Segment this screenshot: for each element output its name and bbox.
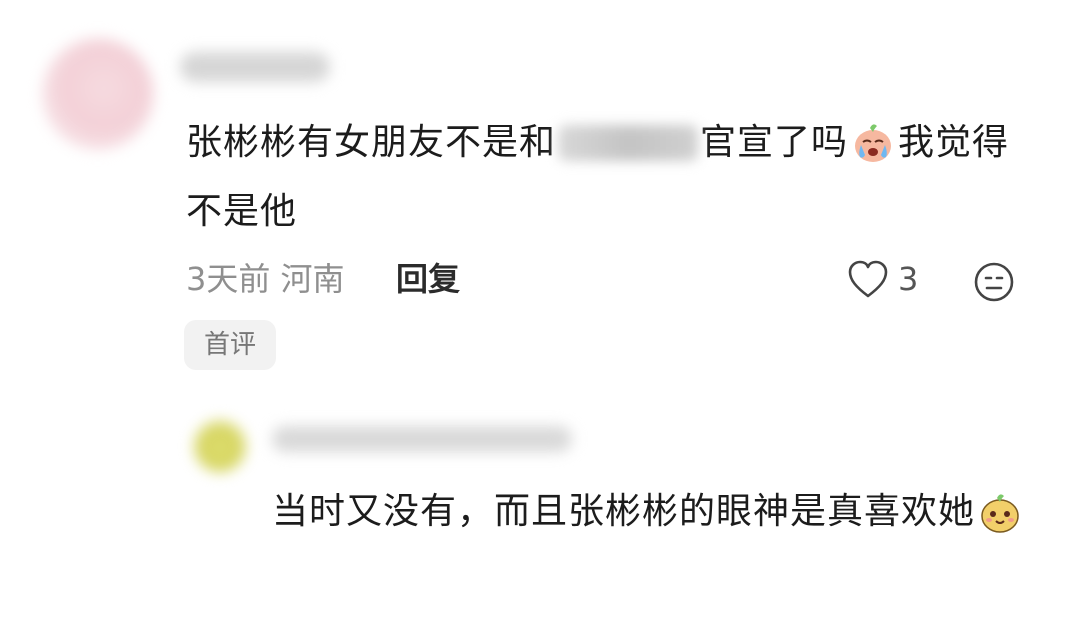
reply-text: 当时又没有，而且张彬彬的眼神是真喜欢她 bbox=[272, 491, 976, 532]
comment-text-before: 张彬彬有女朋友不是和 bbox=[186, 122, 557, 163]
reply-body: 当时又没有，而且张彬彬的眼神是真喜欢她 bbox=[272, 478, 1052, 545]
comment-text-after: 官宣了吗 bbox=[700, 122, 849, 163]
comment-location: 河南 bbox=[280, 260, 345, 298]
dislike-face-icon[interactable] bbox=[972, 260, 1016, 304]
like-count: 3 bbox=[898, 260, 919, 298]
commenter-avatar[interactable] bbox=[42, 38, 154, 150]
reply-button[interactable]: 回复 bbox=[396, 254, 460, 304]
first-comment-badge: 首评 bbox=[184, 320, 277, 370]
commenter-name-redacted[interactable] bbox=[180, 52, 330, 82]
crying-face-emoji bbox=[855, 124, 892, 162]
smiling-potato-emoji bbox=[981, 494, 1019, 533]
heart-icon[interactable] bbox=[846, 258, 890, 302]
comment-body: 张彬彬有女朋友不是和 官宣了吗 我觉得不是他 bbox=[186, 108, 1046, 246]
redacted-name bbox=[558, 125, 699, 161]
comment-time: 3天前 bbox=[186, 260, 271, 298]
comment-meta: 3天前 河南 bbox=[186, 254, 345, 304]
replier-avatar[interactable] bbox=[194, 420, 246, 472]
replier-name-redacted[interactable] bbox=[272, 426, 572, 452]
